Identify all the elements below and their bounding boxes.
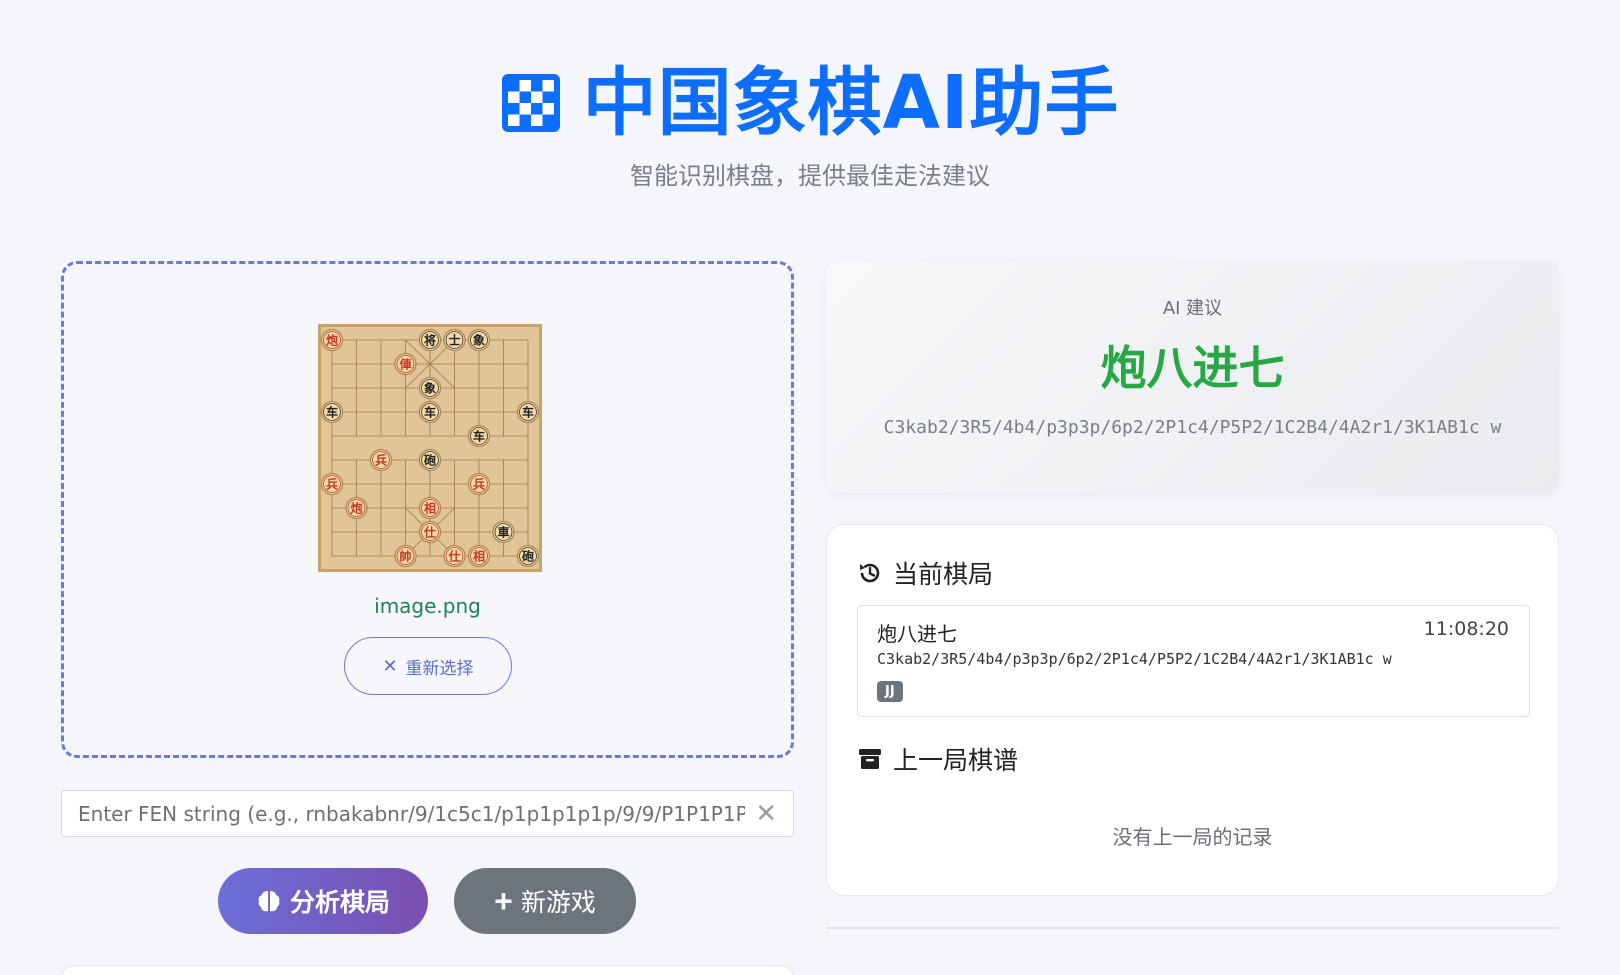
ai-suggestion-label: AI 建议 <box>1162 298 1223 319</box>
board-piece: 象 <box>467 328 491 352</box>
board-piece: 车 <box>516 400 540 424</box>
ai-suggestion-card: AI 建议 炮八进七 C3kab2/3R5/4b4/p3p3p/6p2/2P1c… <box>826 261 1559 493</box>
move-badge: JJ <box>877 681 903 702</box>
clear-input-icon[interactable]: ✕ <box>755 799 777 829</box>
brain-icon <box>258 891 280 912</box>
board-piece: 将 <box>418 328 442 352</box>
board-piece: 兵 <box>369 448 393 472</box>
board-piece: 仕 <box>418 520 442 544</box>
reselect-label: 重新选择 <box>405 658 474 678</box>
board-piece: 象 <box>418 376 442 400</box>
svg-text:砲: 砲 <box>423 453 436 468</box>
board-piece: 车 <box>320 400 344 424</box>
svg-text:象: 象 <box>424 381 436 396</box>
archive-icon <box>859 749 881 769</box>
app-title: 中国象棋AI助手 <box>501 58 1120 148</box>
svg-text:帥: 帥 <box>399 549 411 564</box>
svg-text:相: 相 <box>473 549 485 564</box>
svg-text:仕: 仕 <box>447 549 460 564</box>
board-piece: 砲 <box>418 448 442 472</box>
new-game-label: 新游戏 <box>520 889 596 917</box>
fen-input-group: ✕ <box>61 790 794 837</box>
board-piece: 車 <box>492 520 515 544</box>
board-piece: 车 <box>467 424 491 448</box>
reselect-button[interactable]: ✕ 重新选择 <box>344 637 512 695</box>
svg-text:兵: 兵 <box>473 477 485 492</box>
board-piece: 车 <box>418 400 442 424</box>
board-piece: 砲 <box>516 544 540 568</box>
title-text: 中国象棋AI助手 <box>582 60 1120 146</box>
header: 中国象棋AI助手 智能识别棋盘，提供最佳走法建议 <box>0 58 1620 191</box>
close-icon: ✕ <box>382 655 398 676</box>
board-piece: 帥 <box>394 544 417 568</box>
new-game-button[interactable]: + 新游戏 <box>454 868 636 934</box>
svg-text:兵: 兵 <box>375 453 387 468</box>
subtitle: 智能识别棋盘，提供最佳走法建议 <box>630 162 990 190</box>
svg-text:车: 车 <box>522 405 534 420</box>
move-fen: C3kab2/3R5/4b4/p3p3p/6p2/2P1c4/P5P2/1C2B… <box>877 650 1392 668</box>
ai-suggested-move: 炮八进七 <box>1100 341 1285 395</box>
board-piece: 炮 <box>320 328 344 352</box>
svg-text:车: 车 <box>326 405 338 420</box>
svg-text:仕: 仕 <box>423 525 436 540</box>
board-piece: 士 <box>443 328 466 352</box>
previous-game-title: 上一局棋谱 <box>893 746 1019 775</box>
analyze-button[interactable]: 分析棋局 <box>218 868 428 934</box>
svg-text:兵: 兵 <box>326 477 338 492</box>
svg-text:士: 士 <box>448 333 460 348</box>
svg-text:相: 相 <box>424 501 436 516</box>
board-piece: 炮 <box>345 496 368 520</box>
svg-text:俥: 俥 <box>398 357 411 372</box>
analyze-label: 分析棋局 <box>289 889 390 917</box>
board-piece: 兵 <box>467 472 491 496</box>
svg-text:砲: 砲 <box>521 549 534 564</box>
divider <box>826 927 1559 929</box>
previous-game-heading: 上一局棋谱 <box>857 741 1018 777</box>
svg-text:炮: 炮 <box>326 333 338 348</box>
svg-text:将: 将 <box>424 333 436 348</box>
chessboard-icon <box>501 74 560 132</box>
current-game-heading: 当前棋局 <box>857 555 993 591</box>
board-piece: 兵 <box>320 472 344 496</box>
svg-text:象: 象 <box>473 333 485 348</box>
board-piece: 相 <box>418 496 442 520</box>
board-piece: 俥 <box>394 352 417 376</box>
history-icon <box>860 563 880 583</box>
fen-input[interactable] <box>78 801 746 826</box>
board-piece: 仕 <box>443 544 466 568</box>
svg-text:車: 車 <box>497 525 509 540</box>
move-name: 炮八进七 <box>877 622 957 646</box>
current-game-title: 当前棋局 <box>893 560 994 589</box>
board-image-preview: 炮将士象俥象车车 车车兵 砲兵兵炮 相仕 車帥仕相砲 <box>318 324 542 572</box>
history-card: 当前棋局 炮八进七 11:08:20 C3kab2/3R5/4b4/p3p3p/… <box>826 524 1559 896</box>
move-time: 11:08:20 <box>1423 618 1509 640</box>
ai-fen-string: C3kab2/3R5/4b4/p3p3p/6p2/2P1c4/P5P2/1C2B… <box>883 417 1502 438</box>
uploaded-filename: image.png <box>374 594 481 618</box>
page: 中国象棋AI助手 智能识别棋盘，提供最佳走法建议 炮将士象俥象车车车车兵砲兵兵炮… <box>0 0 1620 975</box>
board-piece: 相 <box>467 544 491 568</box>
bottom-card <box>61 965 794 975</box>
plus-icon: + <box>494 883 513 919</box>
svg-text:车: 车 <box>424 405 436 420</box>
image-dropzone[interactable]: 炮将士象俥象车车车车兵砲兵兵炮相仕車帥仕相砲 image.png ✕ 重新选择 <box>61 261 794 758</box>
no-previous-record: 没有上一局的记录 <box>1112 825 1273 849</box>
svg-text:炮: 炮 <box>350 501 362 516</box>
move-history-item[interactable]: 炮八进七 11:08:20 C3kab2/3R5/4b4/p3p3p/6p2/2… <box>857 605 1530 717</box>
svg-text:车: 车 <box>473 429 485 444</box>
